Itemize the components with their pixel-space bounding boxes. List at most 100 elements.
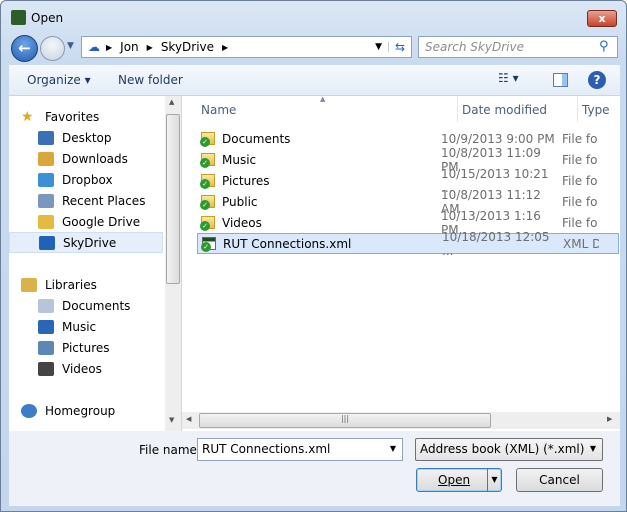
window-title: Open: [31, 11, 64, 25]
refresh-icon[interactable]: ⇆: [389, 40, 411, 54]
file-type-dropdown-icon: ▼: [589, 444, 596, 453]
file-name: Videos: [222, 215, 262, 230]
sidebar-item-label: SkyDrive: [63, 235, 117, 250]
desktop-icon: [38, 130, 54, 145]
toolbar: Organize ▾ New folder ☷ ▾ ?: [9, 65, 620, 96]
search-icon[interactable]: ⚲: [599, 39, 609, 54]
file-name-dropdown-icon[interactable]: ▼: [390, 444, 396, 453]
sidebar-item-label: Pictures: [62, 340, 110, 355]
scroll-down-icon[interactable]: ▼: [169, 416, 174, 424]
column-name[interactable]: Name: [201, 103, 236, 117]
libraries-icon: [21, 277, 37, 292]
breadcrumb-separator-icon[interactable]: ▶: [106, 43, 112, 52]
file-name-input[interactable]: RUT Connections.xml ▼: [197, 438, 403, 461]
file-type: File folder: [562, 194, 598, 209]
synced-folder-icon: [200, 195, 215, 210]
file-row[interactable]: RUT Connections.xml 10/18/2013 12:05 ... X…: [197, 230, 619, 258]
sidebar-item-label: Videos: [62, 361, 102, 376]
sidebar-item-recent-places[interactable]: Recent Places: [9, 190, 163, 211]
file-type: File folder: [562, 173, 598, 188]
documents-library-icon: [38, 298, 54, 313]
homegroup-icon: [21, 403, 37, 418]
skydrive-icon: ☁: [88, 40, 100, 54]
sidebar-item-label: Music: [62, 319, 97, 334]
sidebar-item-skydrive[interactable]: SkyDrive: [9, 232, 163, 253]
open-label: Open: [438, 473, 471, 487]
file-name-value: RUT Connections.xml: [202, 442, 331, 456]
sidebar-item-dropbox[interactable]: Dropbox: [9, 169, 163, 190]
scroll-up-icon[interactable]: ▲: [169, 98, 174, 106]
sidebar-item-google-drive[interactable]: Google Drive: [9, 211, 163, 232]
navigation-pane: ★ Favorites Desktop Downloads Dropbox Recent…: [9, 96, 181, 431]
sort-ascending-icon: ▲: [320, 95, 326, 103]
file-name: Music: [222, 152, 257, 167]
file-type: File folder: [562, 152, 598, 167]
navigation-scrollbar-thumb[interactable]: [166, 114, 180, 284]
preview-pane-icon[interactable]: [553, 73, 568, 87]
pictures-library-icon: [38, 340, 54, 355]
column-type[interactable]: Type: [582, 103, 610, 117]
downloads-icon: [38, 151, 54, 166]
xml-file-icon: [201, 237, 216, 252]
open-dialog: Open x ← ▼ ☁ ▶ Jon ▶ SkyDrive ▶ ▼ ⇆ Sear…: [0, 0, 627, 512]
synced-folder-icon: [200, 216, 215, 231]
synced-folder-icon: [200, 174, 215, 189]
scroll-left-icon[interactable]: ◀: [186, 415, 191, 423]
libraries-label: Libraries: [45, 277, 97, 292]
file-type: File folder: [562, 131, 598, 146]
videos-library-icon: [38, 361, 54, 376]
libraries-header[interactable]: Libraries: [9, 274, 163, 295]
help-icon[interactable]: ?: [588, 71, 606, 89]
close-button[interactable]: x: [587, 10, 617, 27]
app-icon: [11, 10, 26, 25]
sidebar-item-label: Recent Places: [62, 193, 146, 208]
file-type-value: Address book (XML) (*.xml): [420, 442, 585, 456]
new-folder-button[interactable]: New folder: [118, 73, 183, 87]
file-type: File folder: [562, 215, 598, 230]
sidebar-item-videos[interactable]: Videos: [9, 358, 163, 379]
recent-places-icon: [38, 193, 54, 208]
sidebar-item-label: Downloads: [62, 151, 128, 166]
favorites-label: Favorites: [45, 109, 100, 124]
skydrive-icon: [39, 235, 55, 250]
recent-pages-chevron-icon[interactable]: ▼: [67, 41, 74, 51]
open-button[interactable]: Open ▼: [416, 468, 502, 492]
sidebar-item-label: Documents: [62, 298, 131, 313]
breadcrumb-jon[interactable]: Jon: [120, 40, 139, 54]
horizontal-scrollbar-thumb[interactable]: |||: [199, 413, 491, 428]
file-name: Pictures: [222, 173, 270, 188]
breadcrumb-skydrive[interactable]: SkyDrive: [161, 40, 214, 54]
sidebar-item-downloads[interactable]: Downloads: [9, 148, 163, 169]
file-type: XML Document: [563, 236, 599, 251]
file-name: Documents: [222, 131, 291, 146]
forward-button[interactable]: [40, 36, 65, 61]
homegroup[interactable]: Homegroup: [9, 400, 163, 421]
sidebar-item-music[interactable]: Music: [9, 316, 163, 337]
open-dropdown-icon[interactable]: ▼: [487, 469, 501, 491]
sidebar-item-documents[interactable]: Documents: [9, 295, 163, 316]
breadcrumb-separator-icon[interactable]: ▶: [222, 43, 228, 52]
file-date: 10/9/2013 9:00 PM: [441, 131, 555, 146]
star-icon: ★: [21, 108, 34, 125]
sidebar-item-pictures[interactable]: Pictures: [9, 337, 163, 358]
organize-button[interactable]: Organize ▾: [27, 73, 91, 87]
sidebar-item-label: Google Drive: [62, 214, 141, 229]
breadcrumb-separator-icon[interactable]: ▶: [147, 43, 153, 52]
scroll-right-icon[interactable]: ▶: [607, 415, 612, 423]
view-options-icon[interactable]: ☷ ▾: [498, 71, 519, 85]
file-name: Public: [222, 194, 258, 209]
column-date-modified[interactable]: Date modified: [462, 103, 547, 117]
address-bar[interactable]: ☁ ▶ Jon ▶ SkyDrive ▶ ▼ ⇆: [81, 36, 412, 58]
address-dropdown-icon[interactable]: ▼: [369, 42, 389, 52]
sidebar-item-label: Desktop: [62, 130, 112, 145]
google-drive-icon: [38, 214, 54, 229]
favorites-header[interactable]: ★ Favorites: [9, 106, 163, 127]
search-input[interactable]: Search SkyDrive: [418, 36, 618, 58]
file-name-label: File name:: [139, 443, 201, 457]
file-date: 10/18/2013 12:05 ...: [442, 229, 550, 258]
cancel-button[interactable]: Cancel: [516, 468, 603, 492]
back-button[interactable]: ←: [11, 35, 38, 62]
file-type-select[interactable]: Address book (XML) (*.xml) ▼: [415, 438, 603, 461]
homegroup-label: Homegroup: [45, 403, 116, 418]
sidebar-item-desktop[interactable]: Desktop: [9, 127, 163, 148]
